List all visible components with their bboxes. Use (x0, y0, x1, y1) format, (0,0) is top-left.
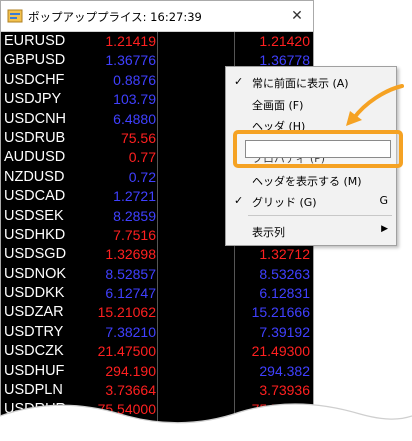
menu-item-label: 全画面 (F) (252, 99, 304, 112)
table-row[interactable]: EURUSD 1.21419 1.21420 (1, 32, 313, 51)
table-row[interactable]: USDCZK 21.47500 21.49300 (1, 342, 313, 361)
ask-cell: 6.12831 (259, 285, 310, 302)
menu-item-label: グリッド (G) (252, 196, 317, 209)
bid-cell: 1.21419 (105, 33, 156, 49)
submenu-arrow-icon: ▶ (381, 224, 388, 234)
table-row[interactable]: USDSGD 1.32698 1.32712 (1, 245, 313, 264)
ask-cell: 15.21666 (251, 304, 310, 321)
ask-cell: 294.382 (259, 362, 310, 379)
window-title: ポップアッププライス: 16:27:39 (28, 10, 202, 24)
torn-edge (0, 403, 412, 441)
bid-cell: 8.2859 (113, 207, 156, 224)
bid-cell: 7.38210 (105, 323, 156, 340)
bid-cell: 1.32698 (105, 246, 156, 263)
bid-cell: 8.52857 (105, 265, 156, 282)
bid-cell: 75.56 (120, 129, 156, 146)
symbol-cell: USDTRY (4, 323, 64, 340)
highlight-inner-frame (245, 140, 391, 158)
table-row[interactable]: USDDKK 6.12747 6.12831 (1, 284, 313, 303)
pointer-arrow-icon (346, 84, 404, 126)
bid-cell: 15.21062 (97, 304, 156, 321)
menu-item-show-header[interactable]: ヘッダを表示する (M) (226, 170, 396, 190)
close-icon[interactable]: ✕ (285, 4, 309, 28)
title-bar[interactable]: ポップアッププライス: 16:27:39 ✕ (1, 1, 313, 32)
table-row[interactable]: USDHUF 294.190 294.382 (1, 362, 313, 381)
menu-separator (248, 215, 392, 216)
menu-item-label: 表示列 (252, 226, 285, 239)
menu-item-shortcut: G (379, 194, 388, 207)
symbol-cell: USDZAR (4, 304, 64, 321)
bid-cell: 7.7516 (113, 226, 156, 243)
menu-item-display-columns[interactable]: 表示列 ▶ (226, 221, 396, 241)
bid-cell: 6.12747 (105, 285, 156, 302)
bid-cell: 0.72 (128, 168, 156, 185)
ask-cell: 1.21420 (259, 33, 310, 49)
ask-cell: 1.32712 (259, 246, 310, 263)
symbol-cell: USDSEK (4, 207, 64, 224)
bid-cell: 0.8876 (113, 71, 156, 88)
table-row[interactable]: USDTRY 7.38210 7.39192 (1, 323, 313, 342)
ask-cell: 8.53263 (259, 265, 310, 282)
bid-cell: 1.36776 (105, 52, 156, 69)
table-row[interactable]: USDZAR 15.21062 15.21666 (1, 303, 313, 322)
check-icon: ✓ (234, 75, 244, 88)
app-icon (7, 9, 23, 23)
bid-cell: 1.2721 (113, 188, 156, 205)
bid-cell: 294.190 (105, 362, 156, 379)
bid-cell: 0.77 (128, 149, 156, 166)
menu-item-label: ヘッダを表示する (M) (252, 175, 362, 188)
bid-cell: 21.47500 (97, 343, 156, 360)
menu-item-grid[interactable]: ✓ グリッド (G) G (226, 191, 396, 211)
symbol-cell: USDCZK (4, 343, 64, 360)
bid-cell: 6.4880 (113, 110, 156, 127)
bid-cell: 103.79 (113, 91, 156, 108)
symbol-cell: USDJPY (4, 91, 62, 108)
check-icon: ✓ (234, 194, 244, 207)
table-row[interactable]: USDNOK 8.52857 8.53263 (1, 265, 313, 284)
ask-cell: 7.39192 (259, 323, 310, 340)
ask-cell: 21.49300 (251, 343, 310, 360)
